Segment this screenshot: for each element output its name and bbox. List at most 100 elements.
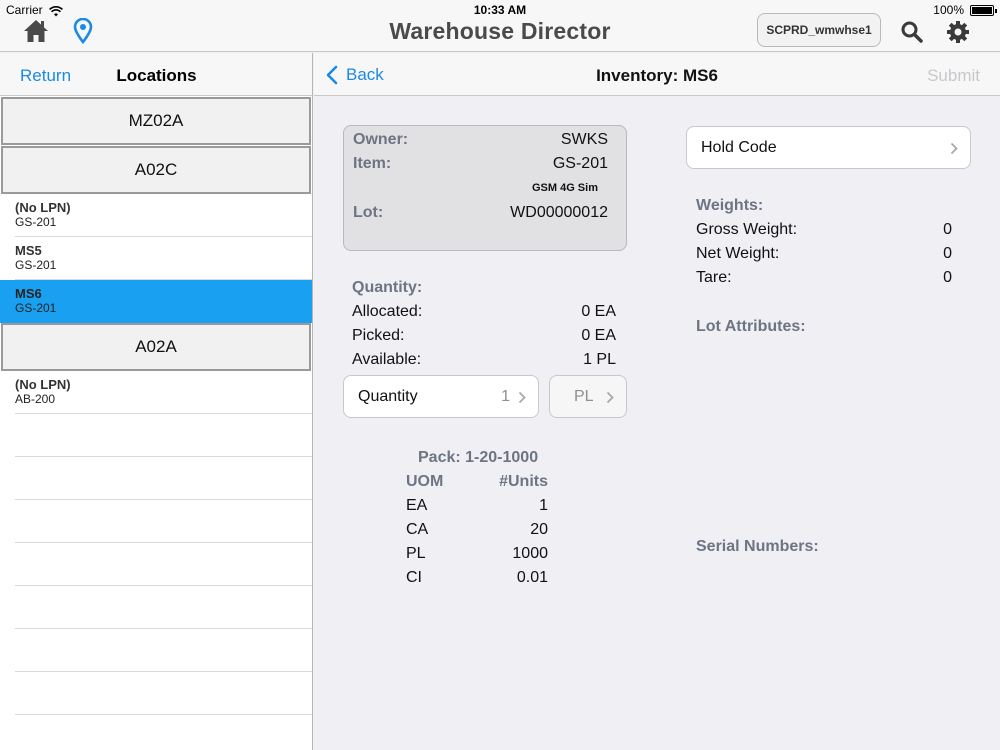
locations-header: Return Locations	[0, 53, 312, 96]
uom-field[interactable]: PL	[549, 375, 627, 418]
empty-row	[15, 629, 312, 672]
detail-header: Back Inventory: MS6 Submit	[314, 53, 1000, 96]
owner-value: SWKS	[560, 131, 608, 148]
empty-row	[15, 586, 312, 629]
lpn-name: MS5	[15, 243, 42, 258]
home-icon[interactable]	[22, 18, 50, 44]
pack-table-row: CI 0.01	[406, 569, 548, 587]
lpn-item-code: AB-200	[15, 392, 56, 406]
submit-button[interactable]: Submit	[927, 66, 980, 86]
lpn-list-item[interactable]: (No LPN) GS-201	[15, 194, 312, 237]
pack-units: 1	[539, 497, 548, 514]
chevron-left-icon	[326, 65, 338, 85]
navigation-bar: Carrier 10:33 AM 100% Warehouse Director…	[0, 0, 1000, 52]
gross-weight-label: Gross Weight:	[696, 221, 798, 238]
pack-table-header: UOM #Units	[406, 473, 548, 491]
pack-table-row: EA 1	[406, 497, 548, 515]
available-label: Available:	[352, 351, 422, 368]
warehouse-button[interactable]: SCPRD_wmwhse1	[757, 13, 881, 47]
empty-row	[15, 715, 312, 750]
lpn-list-item-selected[interactable]: MS6 GS-201	[0, 280, 312, 323]
owner-row: Owner: SWKS	[353, 131, 608, 149]
location-pin-icon[interactable]	[72, 17, 94, 45]
lpn-name: (No LPN)	[15, 377, 71, 392]
back-button[interactable]: Back	[326, 65, 384, 85]
gross-weight-row: Gross Weight: 0	[696, 221, 952, 239]
locations-panel: Return Locations MZ02A A02C (No LPN) GS-…	[0, 53, 313, 750]
search-icon[interactable]	[900, 20, 924, 44]
quantity-field[interactable]: Quantity 1	[343, 375, 539, 418]
pack-units: 20	[530, 521, 548, 538]
pack-units: 0.01	[516, 569, 548, 586]
tare-row: Tare: 0	[696, 269, 952, 287]
lpn-list-item[interactable]: MS5 GS-201	[15, 237, 312, 280]
quantity-header: Quantity:	[352, 279, 423, 296]
battery-percent: 100%	[933, 3, 964, 17]
pack-uom: CA	[406, 521, 429, 538]
location-group-a02c[interactable]: A02C	[1, 146, 311, 194]
picked-row: Picked: 0 EA	[352, 327, 616, 345]
pack-title: Pack: 1-20-1000	[418, 449, 539, 466]
allocated-label: Allocated:	[352, 303, 423, 320]
hold-code-field[interactable]: Hold Code	[686, 126, 971, 169]
empty-row	[15, 543, 312, 586]
uom-field-value: PL	[574, 388, 594, 405]
inventory-info-card: Owner: SWKS Item: GS-201 GSM 4G Sim Lot:…	[343, 125, 627, 251]
hold-code-label: Hold Code	[701, 139, 777, 156]
lpn-item-code: GS-201	[15, 301, 57, 315]
pack-units: 1000	[512, 545, 548, 562]
empty-row	[15, 500, 312, 543]
gross-weight-value: 0	[943, 221, 952, 238]
battery-icon	[970, 5, 997, 16]
lpn-item-code: GS-201	[15, 258, 57, 272]
net-weight-label: Net Weight:	[696, 245, 780, 262]
pack-uom: EA	[406, 497, 428, 514]
lpn-name: (No LPN)	[15, 200, 71, 215]
lot-value: WD00000012	[510, 204, 608, 221]
serial-numbers-header: Serial Numbers:	[696, 538, 819, 555]
net-weight-row: Net Weight: 0	[696, 245, 952, 263]
available-row: Available: 1 PL	[352, 351, 616, 369]
lpn-name: MS6	[15, 286, 42, 301]
detail-title: Inventory: MS6	[596, 66, 718, 85]
location-group-mz02a[interactable]: MZ02A	[1, 97, 311, 145]
item-value: GS-201	[552, 155, 608, 172]
owner-label: Owner:	[353, 131, 409, 148]
gear-icon[interactable]	[945, 19, 971, 45]
empty-row	[15, 672, 312, 715]
quantity-field-value: 1	[501, 388, 510, 405]
chevron-right-icon	[518, 391, 526, 404]
location-group-a02a[interactable]: A02A	[1, 323, 311, 371]
lot-row: Lot: WD00000012	[353, 204, 608, 222]
weights-header: Weights:	[696, 197, 764, 214]
net-weight-value: 0	[943, 245, 952, 262]
empty-row	[15, 457, 312, 500]
item-description: GSM 4G Sim	[531, 182, 598, 194]
pack-table-row: CA 20	[406, 521, 548, 539]
allocated-row: Allocated: 0 EA	[352, 303, 616, 321]
lpn-list-item[interactable]: (No LPN) AB-200	[15, 371, 312, 414]
empty-row	[15, 414, 312, 457]
tare-label: Tare:	[696, 269, 732, 286]
picked-label: Picked:	[352, 327, 405, 344]
allocated-value: 0 EA	[581, 303, 616, 320]
lot-attributes-header: Lot Attributes:	[696, 318, 806, 335]
pack-uom: PL	[406, 545, 426, 562]
return-button[interactable]: Return	[20, 66, 71, 86]
lot-label: Lot:	[353, 204, 384, 221]
pack-uom: CI	[406, 569, 422, 586]
units-column-header: #Units	[499, 473, 548, 490]
lpn-item-code: GS-201	[15, 215, 57, 229]
item-label: Item:	[353, 155, 392, 172]
quantity-field-label: Quantity	[358, 388, 418, 405]
chevron-right-icon	[606, 391, 614, 404]
inventory-detail-panel: Back Inventory: MS6 Submit Owner: SWKS I…	[314, 53, 1000, 750]
item-row: Item: GS-201	[353, 155, 608, 173]
tare-value: 0	[943, 269, 952, 286]
back-label: Back	[346, 65, 384, 84]
chevron-right-icon	[950, 142, 958, 155]
pack-table-row: PL 1000	[406, 545, 548, 563]
uom-column-header: UOM	[406, 473, 444, 490]
available-value: 1 PL	[583, 351, 616, 368]
picked-value: 0 EA	[581, 327, 616, 344]
